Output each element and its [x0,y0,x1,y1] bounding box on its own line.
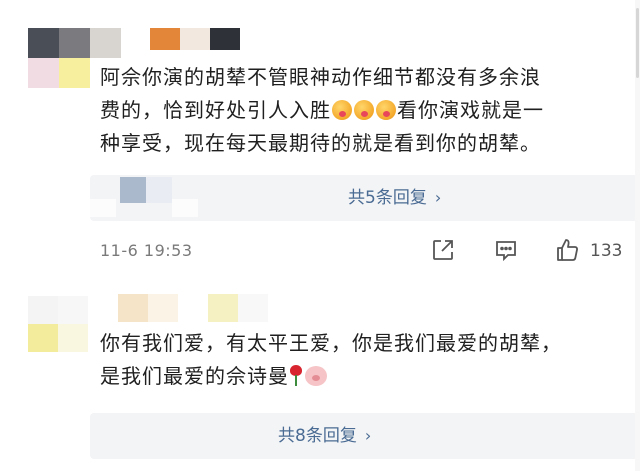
comment-text: 你有我们爱，有太平王爱，你是我们最爱的胡辇， 是我们最爱的佘诗曼 [100,327,630,393]
chevron-right-icon: › [434,188,442,207]
chevron-right-icon: › [364,426,372,445]
comment-text: 阿佘你演的胡辇不管眼神动作细节都没有多余浪 费的，恰到好处引人入胜 看你演戏就是一… [100,61,630,160]
comment-text-line: 你有我们爱，有太平王爱，你是我们最爱的胡辇， [100,331,562,355]
rose-icon [289,365,303,387]
view-replies-link[interactable]: 共8条回复 › [278,413,371,459]
view-replies-link[interactable]: 共5条回复 › [348,175,441,221]
comment-actions: 11-6 19:53 133 [100,237,630,267]
reply-count: 共5条回复 [348,188,427,208]
scrollbar-thumb[interactable] [636,8,639,78]
replies-preview[interactable]: 共5条回复 › [90,175,638,221]
comment-text-line: 是我们最爱的佘诗曼 [100,364,289,388]
share-icon[interactable] [430,237,456,263]
like-count: 133 [590,241,623,261]
comment-text-line: 费的，恰到好处引人入胜 [100,98,331,122]
timestamp: 11-6 19:53 [100,241,193,260]
drooling-face-icon [332,100,352,120]
comment-text-line: 看你演戏就是一 [397,98,544,122]
like-icon[interactable] [554,237,580,263]
comment-2: 你有我们爱，有太平王爱，你是我们最爱的胡辇， 是我们最爱的佘诗曼 共8条回复 › [0,280,640,471]
replies-preview[interactable]: 共8条回复 › [90,413,638,459]
drooling-face-icon [354,100,374,120]
comment-1: 阿佘你演的胡辇不管眼神动作细节都没有多余浪 费的，恰到好处引人入胜 看你演戏就是一… [0,0,640,280]
comment-icon[interactable] [493,237,519,263]
reply-count: 共8条回复 [278,426,357,446]
pig-icon [305,366,327,386]
comment-text-line: 种享受，现在每天最期待的就是看到你的胡辇。 [100,131,541,155]
drooling-face-icon [376,100,396,120]
blurred-reply-preview [120,177,146,203]
scrollbar[interactable] [635,0,640,471]
comment-text-line: 阿佘你演的胡辇不管眼神动作细节都没有多余浪 [100,65,541,89]
